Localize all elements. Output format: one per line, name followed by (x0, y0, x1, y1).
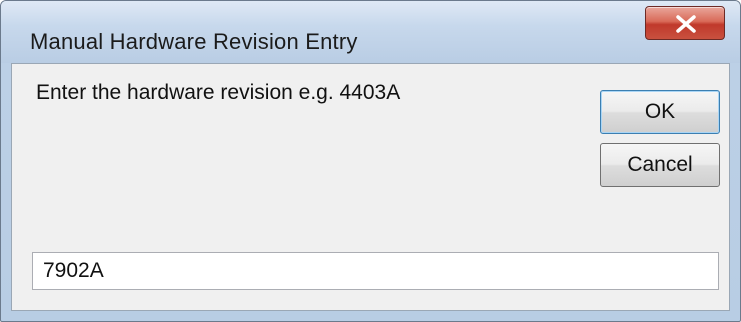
dialog-window: Manual Hardware Revision Entry Enter the… (0, 0, 741, 322)
ok-button[interactable]: OK (600, 90, 720, 134)
dialog-body: Enter the hardware revision e.g. 4403A O… (11, 63, 730, 311)
close-button[interactable] (645, 6, 725, 40)
prompt-label: Enter the hardware revision e.g. 4403A (36, 81, 401, 104)
cancel-button[interactable]: Cancel (600, 143, 720, 187)
close-x-icon (676, 15, 696, 33)
revision-input[interactable] (32, 252, 719, 290)
title-bar[interactable]: Manual Hardware Revision Entry (1, 1, 740, 63)
window-title: Manual Hardware Revision Entry (30, 29, 358, 54)
